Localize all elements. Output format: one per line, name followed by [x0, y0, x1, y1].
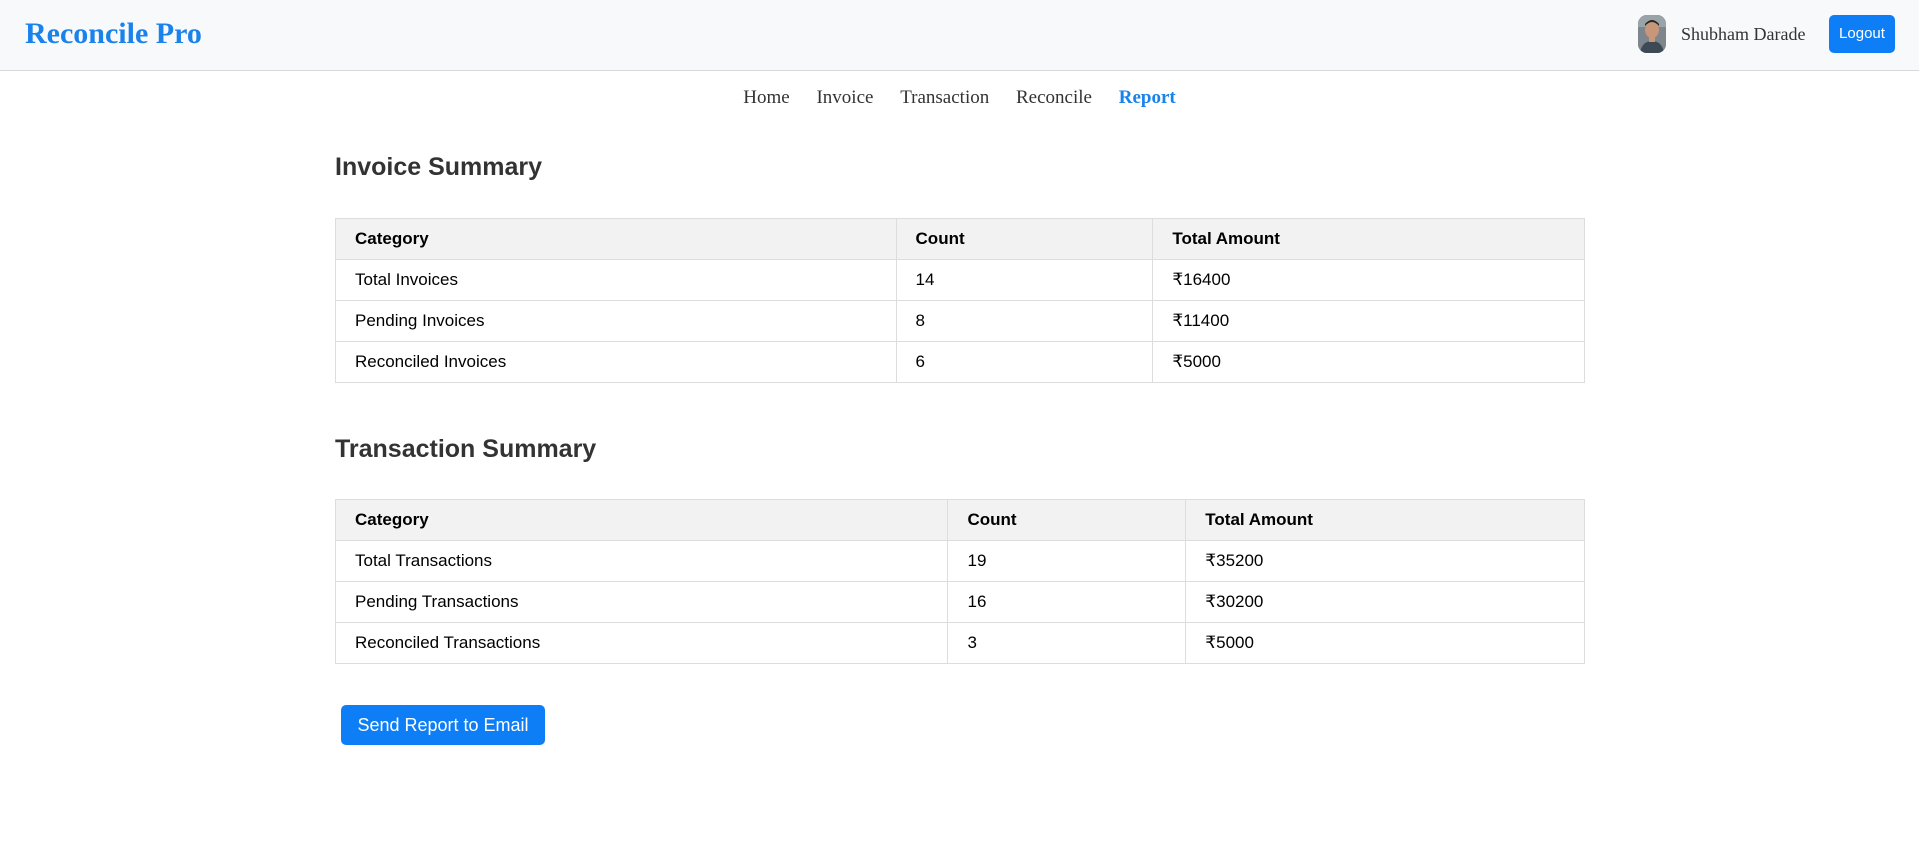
- transaction-summary-title: Transaction Summary: [335, 435, 597, 463]
- nav-item-invoice[interactable]: Invoice: [816, 84, 873, 112]
- nav-item-transaction[interactable]: Transaction: [900, 84, 989, 112]
- table-header-row: Category Count Total Amount: [335, 218, 1585, 260]
- nav-item-reconcile[interactable]: Reconcile: [1016, 84, 1092, 112]
- column-header-total-amount: Total Amount: [1152, 218, 1585, 260]
- transaction-summary-table: Category Count Total Amount Total Transa…: [334, 499, 1585, 664]
- table-row: Reconciled Transactions 3 ₹5000: [334, 622, 1585, 664]
- top-header: Reconcile Pro Shubham Darade Logout: [0, 0, 1919, 71]
- count-cell: 3: [947, 622, 1187, 664]
- amount-cell: ₹16400: [1152, 259, 1585, 301]
- column-header-total-amount: Total Amount: [1185, 499, 1585, 541]
- category-cell: Total Invoices: [335, 259, 897, 301]
- amount-cell: ₹11400: [1152, 300, 1585, 342]
- invoice-summary-table: Category Count Total Amount Total Invoic…: [335, 218, 1585, 383]
- count-cell: 8: [895, 300, 1154, 342]
- nav-item-report[interactable]: Report: [1119, 84, 1176, 112]
- column-header-category: Category: [334, 499, 949, 541]
- invoice-summary-title: Invoice Summary: [335, 153, 543, 181]
- column-header-count: Count: [947, 499, 1187, 541]
- category-cell: Pending Invoices: [335, 300, 897, 342]
- table-row: Pending Transactions 16 ₹30200: [334, 581, 1585, 623]
- category-cell: Total Transactions: [334, 540, 949, 582]
- table-row: Pending Invoices 8 ₹11400: [335, 300, 1585, 342]
- table-row: Total Invoices 14 ₹16400: [335, 259, 1585, 301]
- category-cell: Reconciled Invoices: [335, 341, 897, 383]
- amount-cell: ₹5000: [1152, 341, 1585, 383]
- amount-cell: ₹35200: [1185, 540, 1585, 582]
- column-header-category: Category: [335, 218, 897, 260]
- count-cell: 19: [947, 540, 1187, 582]
- table-row: Reconciled Invoices 6 ₹5000: [335, 341, 1585, 383]
- count-cell: 16: [947, 581, 1187, 623]
- main-nav: Home Invoice Transaction Reconcile Repor…: [0, 84, 1919, 112]
- user-photo-avatar-icon: [1638, 15, 1666, 53]
- column-header-count: Count: [895, 218, 1154, 260]
- amount-cell: ₹5000: [1185, 622, 1585, 664]
- amount-cell: ₹30200: [1185, 581, 1585, 623]
- count-cell: 6: [895, 341, 1154, 383]
- brand-logo[interactable]: Reconcile Pro: [25, 14, 202, 54]
- table-header-row: Category Count Total Amount: [334, 499, 1585, 541]
- user-name: Shubham Darade: [1681, 24, 1806, 44]
- send-report-email-button[interactable]: Send Report to Email: [341, 705, 545, 745]
- count-cell: 14: [895, 259, 1154, 301]
- logout-button[interactable]: Logout: [1829, 15, 1895, 53]
- category-cell: Pending Transactions: [334, 581, 949, 623]
- category-cell: Reconciled Transactions: [334, 622, 949, 664]
- user-avatar[interactable]: [1638, 15, 1666, 53]
- table-row: Total Transactions 19 ₹35200: [334, 540, 1585, 582]
- nav-item-home[interactable]: Home: [743, 84, 789, 112]
